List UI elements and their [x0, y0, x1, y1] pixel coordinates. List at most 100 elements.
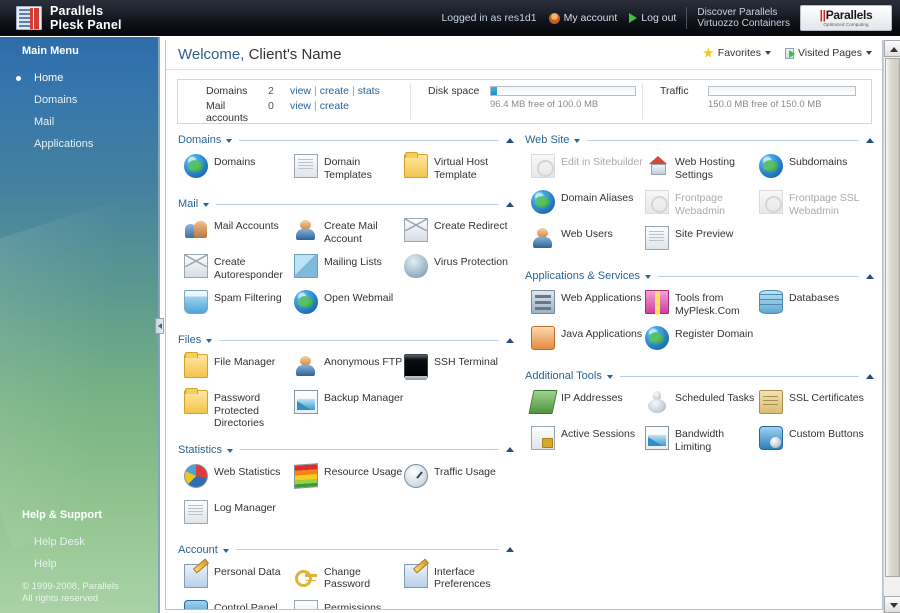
copyright-line-2: All rights reserved — [22, 593, 99, 604]
register-domain-item[interactable]: Register Domain — [645, 326, 759, 356]
group-header[interactable]: Web Site — [525, 132, 874, 148]
control-panel-branding-item[interactable]: Control Panel Branding — [184, 599, 294, 610]
discover-parallels-link[interactable]: Discover Parallels Virtuozzo Containers — [697, 7, 790, 29]
scroll-up-button[interactable] — [884, 40, 900, 57]
group-header[interactable]: Files — [178, 332, 514, 348]
sidebar-item-home[interactable]: Home — [0, 67, 160, 89]
group-header[interactable]: Applications & Services — [525, 268, 874, 284]
scheduled-tasks-item[interactable]: Scheduled Tasks — [645, 390, 759, 420]
sidebar-help-item-help-desk[interactable]: Help Desk — [0, 531, 160, 553]
collapse-group-icon[interactable] — [866, 273, 874, 279]
item-label: Backup Manager — [324, 392, 404, 404]
permissions-item[interactable]: Permissions — [294, 599, 404, 609]
chevron-down-icon[interactable] — [226, 139, 233, 143]
group-header[interactable]: Statistics — [178, 442, 514, 458]
spam-filtering-item[interactable]: Spam Filtering — [184, 290, 294, 320]
sidebar-item-domains[interactable]: Domains — [0, 89, 160, 111]
summary-link-create[interactable]: create — [320, 85, 349, 97]
group-header[interactable]: Mail — [178, 196, 514, 212]
interface-preferences-item[interactable]: Interface Preferences — [404, 563, 514, 594]
mailing-lists-item[interactable]: Mailing Lists — [294, 254, 404, 284]
sidebar-help-item-help[interactable]: Help — [0, 553, 160, 575]
sidebar-item-mail[interactable]: Mail — [0, 111, 160, 133]
log-out-link[interactable]: Log out — [629, 12, 676, 24]
parallels-logo[interactable]: ||Parallels Optimized Computing — [800, 5, 892, 31]
user-icon — [548, 12, 560, 24]
globe-item[interactable]: Domains — [184, 154, 294, 184]
ssl-certificates-item[interactable]: SSL Certificates — [759, 390, 873, 420]
active-sessions-item[interactable]: Active Sessions — [531, 426, 645, 456]
virus-protection-item[interactable]: Virus Protection — [404, 254, 514, 284]
create-autoresponder-item[interactable]: Create Autoresponder — [184, 254, 294, 284]
collapse-group-icon[interactable] — [866, 373, 874, 379]
ssh-terminal-item[interactable]: SSH Terminal — [404, 354, 514, 384]
subdomains-item[interactable]: Subdomains — [759, 154, 873, 184]
item-label: Create Autoresponder — [214, 256, 283, 281]
arrow-right-icon — [629, 13, 638, 23]
collapse-group-icon[interactable] — [506, 447, 514, 452]
item-label: Password Protected Directories — [214, 392, 265, 429]
sidebar-item-applications[interactable]: Applications — [0, 133, 160, 155]
collapse-group-icon[interactable] — [506, 201, 514, 207]
create-mail-account-item[interactable]: Create Mail Account — [294, 218, 404, 248]
collapse-group-icon[interactable] — [506, 137, 514, 143]
ip-addresses-item[interactable]: IP Addresses — [528, 390, 645, 420]
traffic-usage-item[interactable]: Traffic Usage — [404, 463, 514, 494]
mail-accounts-item[interactable]: Mail Accounts — [184, 218, 294, 248]
item-label: Control Panel Branding — [214, 601, 278, 610]
java-applications-item[interactable]: Java Applications — [531, 326, 645, 356]
chevron-down-icon[interactable] — [227, 448, 234, 453]
summary-link-view[interactable]: view — [290, 100, 311, 112]
file-manager-item[interactable]: File Manager — [184, 352, 294, 384]
resource-usage-item[interactable]: Resource Usage — [294, 462, 404, 494]
site-preview-item[interactable]: Site Preview — [645, 226, 759, 256]
virtual-host-template-item[interactable]: Virtual Host Template — [404, 152, 514, 184]
chevron-down-icon[interactable] — [644, 275, 651, 279]
my-account-link[interactable]: My account — [548, 12, 617, 24]
collapse-group-icon[interactable] — [506, 547, 514, 552]
collapse-group-icon[interactable] — [506, 337, 514, 343]
group-title: Additional Tools — [525, 370, 602, 382]
ssh-terminal-icon — [404, 354, 428, 380]
bandwidth-limiting-item[interactable]: Bandwidth Limiting — [645, 426, 759, 456]
web-applications-item[interactable]: Web Applications — [531, 290, 645, 320]
open-webmail-item[interactable]: Open Webmail — [294, 290, 404, 320]
group-header[interactable]: Additional Tools — [525, 368, 874, 384]
custom-buttons-icon — [759, 426, 783, 450]
web-statistics-item[interactable]: Web Statistics — [184, 463, 294, 494]
anonymous-ftp-item[interactable]: Anonymous FTP — [294, 354, 404, 384]
sidebar-collapse-handle[interactable] — [155, 318, 164, 334]
chevron-down-icon[interactable] — [206, 339, 213, 343]
log-manager-item[interactable]: Log Manager — [184, 499, 294, 530]
web-hosting-settings-item[interactable]: Web Hosting Settings — [645, 154, 759, 184]
group-header[interactable]: Account — [178, 542, 514, 558]
summary-link-create[interactable]: create — [320, 100, 349, 112]
summary-link-view[interactable]: view — [290, 85, 311, 97]
summary-link-stats[interactable]: stats — [358, 85, 380, 97]
group-title: Files — [178, 334, 202, 346]
chevron-down-icon[interactable] — [203, 203, 210, 207]
chevron-down-icon[interactable] — [606, 375, 613, 379]
domain-templates-item[interactable]: Domain Templates — [294, 154, 404, 184]
item-label: Java Applications — [561, 328, 643, 340]
password-protected-directories-item[interactable]: Password Protected Directories — [184, 388, 294, 430]
change-password-item[interactable]: Change Password — [294, 564, 404, 594]
backup-manager-item[interactable]: Backup Manager — [294, 390, 404, 430]
tools-from-myplesk-item[interactable]: Tools from MyPlesk.Com — [645, 290, 759, 320]
personal-data-item[interactable]: Personal Data — [184, 563, 294, 594]
vertical-scrollbar[interactable] — [883, 40, 900, 613]
group-header[interactable]: Domains — [178, 132, 514, 148]
favorites-menu[interactable]: Favorites — [703, 47, 771, 59]
visited-pages-menu[interactable]: Visited Pages — [784, 47, 872, 59]
chevron-down-icon[interactable] — [222, 548, 229, 553]
chevron-down-icon[interactable] — [574, 139, 581, 143]
custom-buttons-item[interactable]: Custom Buttons — [759, 426, 873, 456]
collapse-group-icon[interactable] — [866, 137, 874, 143]
scroll-down-button[interactable] — [884, 596, 900, 613]
create-redirect-icon — [404, 218, 428, 242]
create-redirect-item[interactable]: Create Redirect — [404, 218, 514, 248]
scrollbar-thumb[interactable] — [885, 58, 900, 577]
databases-item[interactable]: Databases — [759, 290, 873, 320]
domain-aliases-item[interactable]: Domain Aliases — [531, 190, 645, 220]
web-users-item[interactable]: Web Users — [531, 226, 645, 256]
